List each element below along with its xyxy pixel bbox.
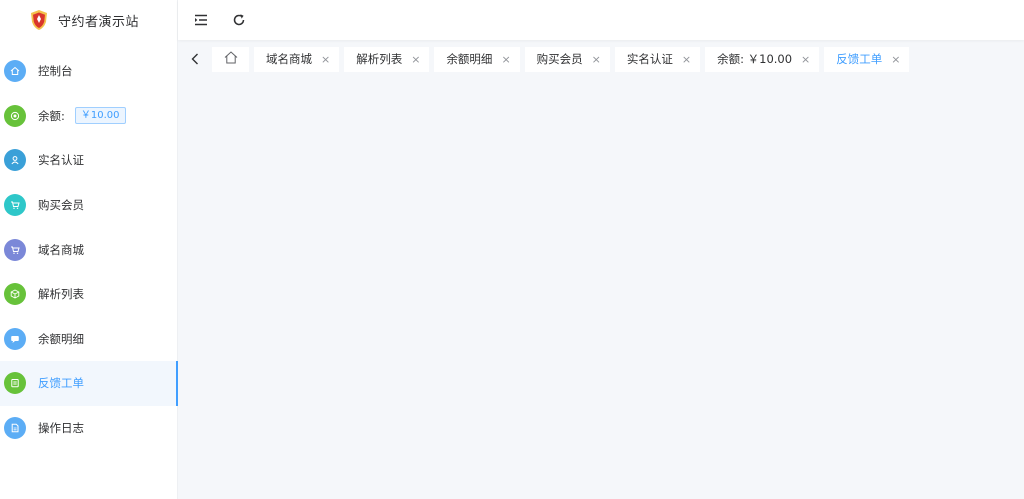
sidebar-item-dns-list[interactable]: 解析列表	[0, 272, 177, 317]
chevron-left-icon[interactable]	[186, 50, 204, 68]
sidebar-menu: 控制台 余额: ￥10.00 实名认证 购买会员 域名商城 解析列表 余额明细 …	[0, 49, 178, 451]
home-icon	[4, 60, 26, 83]
tab-label: 余额: ￥10.00	[717, 52, 793, 66]
tab-dns-list[interactable]: 解析列表 ×	[344, 46, 430, 72]
tab-label: 反馈工单	[836, 52, 883, 66]
tab-label: 域名商城	[266, 52, 312, 66]
sidebar-item-dashboard[interactable]: 控制台	[0, 49, 177, 94]
tab-feedback-ticket[interactable]: 反馈工单 ×	[824, 46, 910, 72]
tab-real-name-verification[interactable]: 实名认证 ×	[614, 46, 701, 72]
close-icon[interactable]: ×	[682, 54, 691, 65]
close-icon[interactable]: ×	[411, 54, 420, 65]
sidebar-item-balance-details[interactable]: 余额明细	[0, 317, 177, 362]
sidebar-item-label: 操作日志	[38, 421, 84, 436]
tab-domain-store[interactable]: 域名商城 ×	[254, 46, 340, 72]
balance-badge: ￥10.00	[74, 107, 126, 125]
main-content	[178, 78, 1024, 499]
cube-icon	[4, 283, 26, 306]
sidebar-item-real-name-verification[interactable]: 实名认证	[0, 138, 177, 183]
user-icon	[4, 149, 26, 172]
logo-shield-icon	[28, 9, 50, 31]
chat-icon	[4, 327, 26, 350]
ticket-icon	[4, 372, 26, 395]
sidebar-item-label: 实名认证	[38, 153, 84, 168]
tab-label: 余额明细	[446, 52, 493, 66]
close-icon[interactable]: ×	[801, 54, 810, 65]
cart-icon	[4, 238, 26, 261]
sidebar-item-buy-membership[interactable]: 购买会员	[0, 183, 177, 228]
tab-balance-details[interactable]: 余额明细 ×	[434, 46, 520, 72]
sidebar-item-label: 余额明细	[38, 331, 84, 346]
sidebar-item-label: 解析列表	[38, 287, 84, 302]
sidebar-item-feedback-ticket[interactable]: 反馈工单	[0, 361, 178, 406]
tabs-bar: 域名商城 × 解析列表 × 余额明细 × 购买会员 × 实名认证 × 余额: ￥…	[178, 40, 1024, 78]
sidebar: 守约者演示站 控制台 余额: ￥10.00 实名认证 购买会员 域名商城 解析列…	[0, 0, 178, 499]
sidebar-item-label: 反馈工单	[38, 376, 84, 391]
sidebar-item-label: 域名商城	[38, 242, 84, 257]
document-icon	[4, 417, 26, 440]
tab-label: 购买会员	[536, 52, 583, 66]
logo[interactable]: 守约者演示站	[0, 0, 177, 40]
target-icon	[4, 104, 26, 127]
sidebar-item-label: 余额:	[38, 108, 65, 123]
close-icon[interactable]: ×	[501, 54, 510, 65]
sidebar-item-operation-log[interactable]: 操作日志	[0, 406, 177, 451]
close-icon[interactable]: ×	[321, 54, 330, 65]
tab-label: 实名认证	[626, 52, 673, 66]
refresh-icon[interactable]	[230, 11, 248, 29]
close-icon[interactable]: ×	[592, 54, 601, 65]
tab-label: 解析列表	[356, 52, 403, 66]
tab-home[interactable]	[212, 46, 249, 72]
tab-balance[interactable]: 余额: ￥10.00 ×	[705, 46, 820, 72]
sidebar-item-label: 购买会员	[38, 198, 84, 213]
sidebar-item-balance[interactable]: 余额: ￥10.00	[0, 94, 177, 139]
home-icon	[224, 51, 238, 67]
top-toolbar	[178, 0, 1024, 40]
close-icon[interactable]: ×	[891, 54, 900, 65]
sidebar-item-domain-store[interactable]: 域名商城	[0, 227, 177, 272]
collapse-menu-icon[interactable]	[192, 11, 210, 29]
app-title: 守约者演示站	[58, 14, 140, 30]
sidebar-item-label: 控制台	[38, 64, 73, 79]
tab-buy-membership[interactable]: 购买会员 ×	[524, 46, 610, 72]
cart-icon	[4, 194, 26, 217]
